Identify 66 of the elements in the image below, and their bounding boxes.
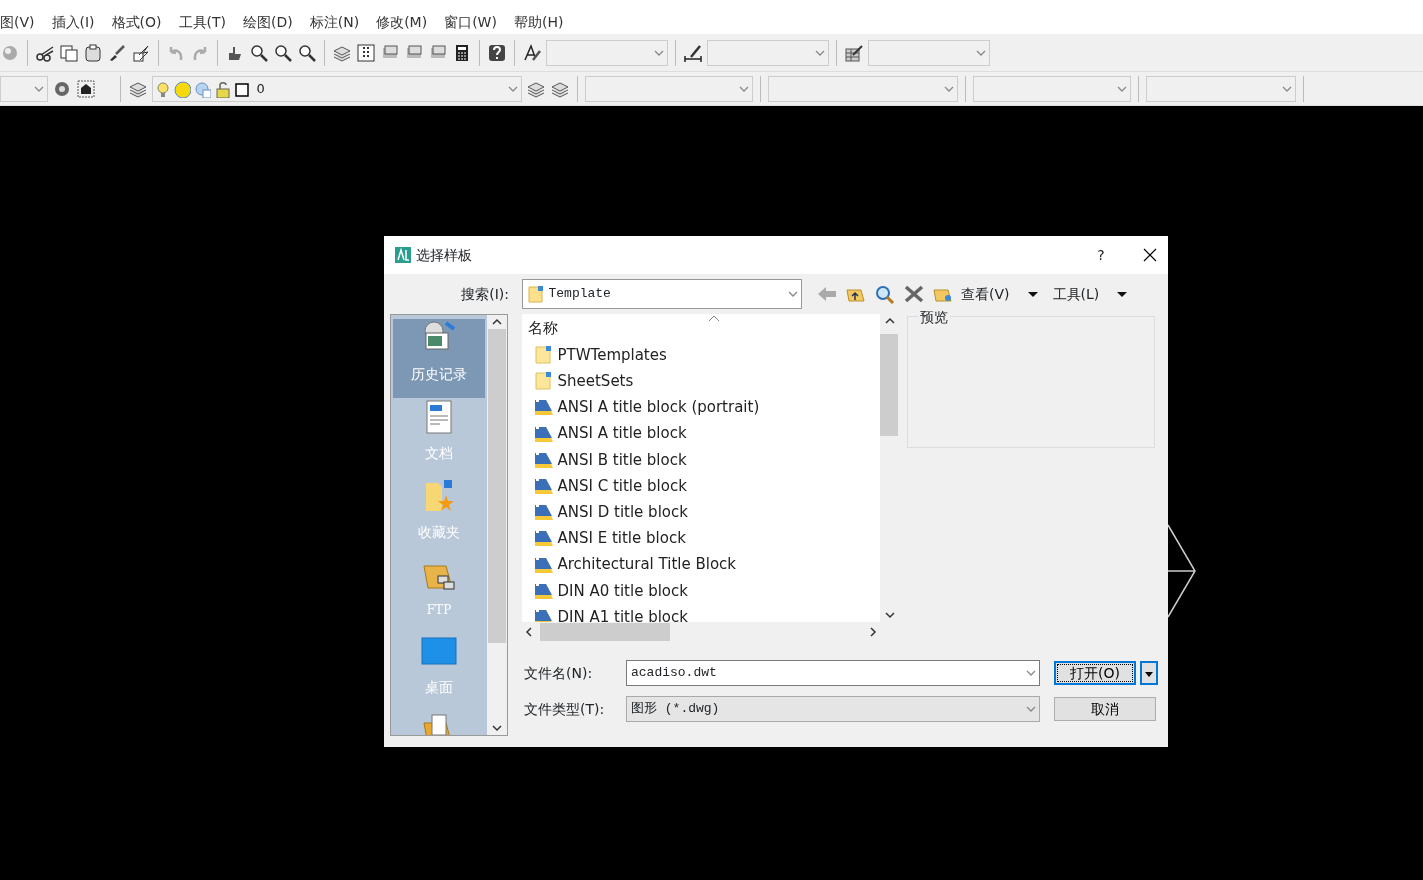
scrollbar-thumb[interactable] [880, 334, 898, 436]
zoom-icon[interactable] [249, 42, 269, 63]
paste-icon[interactable] [83, 42, 103, 63]
file-name[interactable]: ANSI E title block [557, 527, 686, 550]
file-name[interactable]: Architectural Title Block [557, 553, 737, 576]
menu-item[interactable]: 插入(I) [51, 11, 104, 33]
help-icon[interactable] [487, 42, 507, 63]
open-button[interactable]: 打开(O) [1054, 661, 1136, 685]
menu-item[interactable]: 窗口(W) [444, 11, 506, 33]
menu-item[interactable]: 标注(N) [309, 11, 369, 33]
scrollbar-thumb[interactable] [488, 329, 506, 643]
house-icon[interactable] [76, 78, 96, 99]
file-name[interactable]: ANSI D title block [557, 500, 688, 524]
table-style-icon[interactable] [844, 42, 864, 63]
menu-item[interactable]: 图(V) [0, 11, 44, 33]
dropdown-button[interactable] [1139, 661, 1158, 685]
file-name[interactable]: SheetSets [557, 370, 634, 393]
menu-item[interactable]: 绘图(D) [243, 11, 302, 33]
view-menu[interactable]: 查看(V) [961, 283, 1040, 305]
search-label: 搜索(I): [460, 284, 509, 304]
help-button[interactable]: ? [1086, 244, 1116, 266]
menu-item[interactable]: 格式(O) [111, 11, 171, 33]
folder-dropdown[interactable]: Template [522, 279, 802, 309]
snow-icon [193, 79, 211, 98]
folder-icon [527, 284, 545, 304]
file-name[interactable]: DIN A0 title block [557, 579, 688, 603]
menu-item[interactable]: 工具(T) [178, 11, 235, 33]
template-file-icon [534, 502, 554, 523]
sun-icon [173, 79, 191, 98]
cancel-button[interactable]: 取消 [1054, 697, 1156, 721]
tools-menu[interactable]: 工具(L) [1052, 283, 1130, 305]
menu-item[interactable]: 帮助(H) [513, 11, 573, 33]
filename-field[interactable]: acadiso.dwt [626, 660, 1040, 686]
dropdown-arrow-icon [1143, 669, 1154, 679]
file-name[interactable]: DIN A1 title block [557, 605, 688, 622]
folder-icon [534, 345, 554, 366]
template-file-icon [534, 476, 554, 497]
zoom-previous-icon[interactable] [297, 42, 317, 63]
file-name[interactable]: ANSI A title block (portrait) [557, 396, 760, 419]
template-file-icon [534, 528, 554, 549]
app-icon [394, 246, 412, 264]
copy-icon[interactable] [59, 42, 79, 63]
field-label: 文件类型(T): [524, 699, 606, 719]
menu-item[interactable]: 修改(M) [376, 11, 437, 33]
column-header[interactable]: 名称 [522, 314, 880, 342]
field-label: 文件名(N): [524, 663, 594, 683]
lock-icon [213, 79, 231, 98]
search-icon[interactable] [874, 284, 896, 304]
field-value: 图形 (*.dwg) [631, 700, 720, 719]
zoom-window-icon[interactable] [273, 42, 293, 63]
filetype-dropdown[interactable]: 图形 (*.dwg) [626, 696, 1040, 722]
layer-dropdown[interactable]: 0 [152, 75, 522, 102]
folder-icon [534, 371, 554, 392]
folder-name: Template [548, 285, 611, 304]
file-name[interactable]: ANSI A title block [557, 422, 687, 445]
grid-icon[interactable] [356, 42, 376, 63]
layer-name: 0 [255, 79, 265, 98]
file-name[interactable]: ANSI C title block [557, 474, 687, 498]
file-name[interactable]: PTWTemplates [557, 343, 667, 367]
field-value: acadiso.dwt [631, 664, 717, 683]
text-style-icon[interactable] [522, 42, 542, 63]
scrollbar-thumb[interactable] [540, 623, 670, 641]
template-file-icon [534, 397, 554, 418]
file-name[interactable]: ANSI B title block [557, 448, 687, 472]
delete-icon[interactable] [903, 284, 925, 304]
dialog-title: 选择样板 [415, 245, 472, 265]
